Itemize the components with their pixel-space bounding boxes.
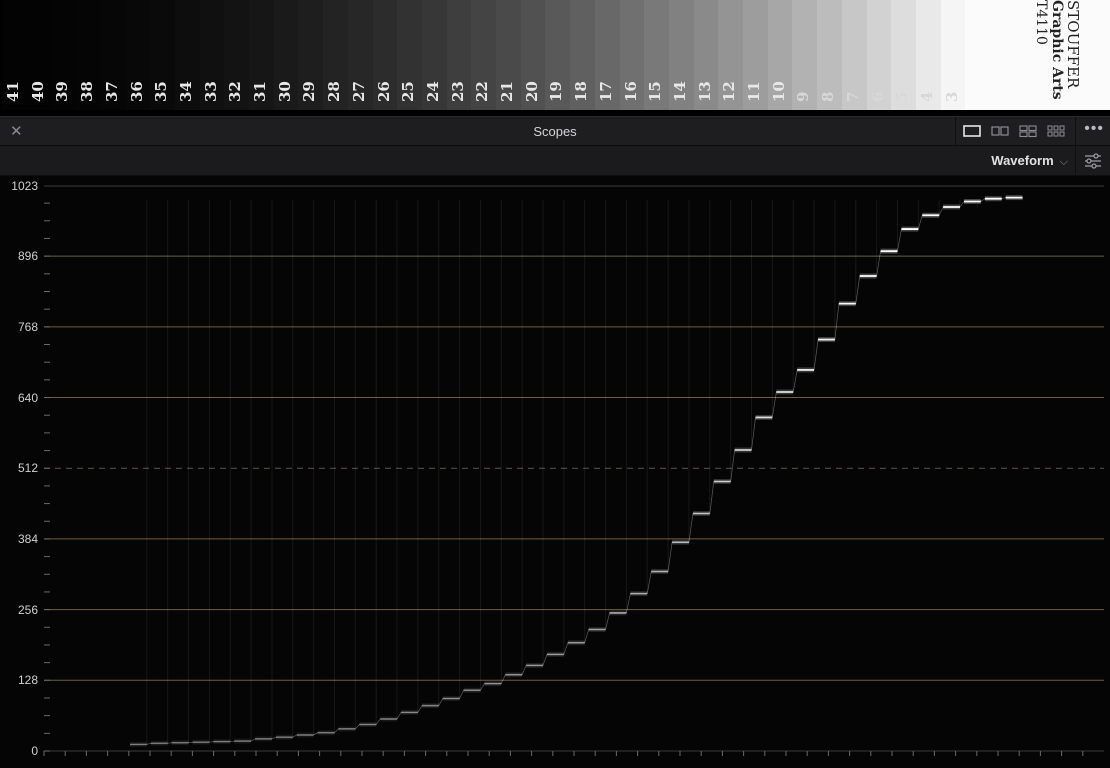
wedge-step-label: 7 bbox=[843, 91, 862, 102]
title-separator-left bbox=[955, 117, 956, 146]
waveform-scope: 1023 896 768 640 512 384 256 128 0 bbox=[0, 176, 1110, 768]
wedge-step-label: 10 bbox=[769, 81, 788, 102]
wedge-step-label: 12 bbox=[720, 81, 739, 102]
wedge-step-label: 8 bbox=[819, 91, 838, 102]
wedge-step-label: 38 bbox=[78, 81, 97, 102]
wedge-step-label: 36 bbox=[127, 81, 146, 102]
wedge-step-label: 13 bbox=[695, 81, 714, 102]
wedge-step-label: 23 bbox=[448, 81, 467, 102]
title-separator-right bbox=[1075, 117, 1076, 146]
single-view-icon[interactable] bbox=[962, 123, 982, 139]
more-options-icon[interactable]: ••• bbox=[1084, 120, 1104, 138]
wedge-step-label: 26 bbox=[374, 81, 393, 102]
scope-type-label: Waveform bbox=[991, 153, 1054, 168]
scale-label: 512 bbox=[17, 461, 38, 476]
wedge-step-label: 24 bbox=[423, 81, 442, 102]
wedge-step-label: 14 bbox=[670, 81, 689, 102]
wedge-brand-text: Graphic Arts bbox=[1049, 0, 1065, 100]
wedge-step-label: 20 bbox=[522, 81, 541, 102]
chevron-down-icon: ⌵ bbox=[1059, 156, 1068, 168]
dual-view-icon[interactable] bbox=[990, 123, 1010, 139]
wedge-step-label: 19 bbox=[547, 81, 566, 102]
wedge-step-label: 5 bbox=[893, 91, 912, 102]
wedge-step-label: 40 bbox=[28, 81, 47, 102]
wedge-step-label: 3 bbox=[942, 91, 961, 102]
wedge-step-label: 21 bbox=[498, 81, 516, 102]
step-wedge-strip: 41 40 39 38 37 36 35 34 33 32 31 30 29 28 27 26 25 24 23 22… bbox=[0, 0, 1110, 110]
waveform-graph bbox=[43, 185, 1104, 756]
wedge-step-label: 22 bbox=[473, 81, 492, 102]
scale-label: 1023 bbox=[11, 179, 38, 193]
wedge-step-label: 28 bbox=[325, 81, 344, 102]
wedge-step-label: 27 bbox=[349, 81, 368, 102]
wedge-step-label: 16 bbox=[621, 81, 640, 102]
scale-label: 896 bbox=[17, 249, 38, 264]
quad-view-icon[interactable] bbox=[1018, 123, 1038, 139]
multi-view-icon[interactable] bbox=[1046, 123, 1066, 139]
wedge-step-label: 39 bbox=[53, 81, 72, 102]
scope-type-dropdown[interactable]: Waveform ⌵ bbox=[991, 153, 1068, 169]
wedge-brand-text: STOUFFER bbox=[1064, 0, 1082, 89]
scale-label: 256 bbox=[17, 602, 38, 617]
wedge-brand-text: T4110 bbox=[1033, 0, 1049, 45]
wedge-step-label: 15 bbox=[646, 81, 665, 102]
wedge-step-label: 6 bbox=[868, 91, 887, 102]
scopes-toolbar: Waveform ⌵ bbox=[0, 146, 1110, 176]
scopes-title-bar: ✕ Scopes ••• bbox=[0, 116, 1110, 146]
wedge-step-label: 41 bbox=[4, 81, 22, 102]
scale-label: 0 bbox=[31, 744, 38, 758]
waveform-trace bbox=[130, 197, 1023, 745]
panel-title: Scopes bbox=[533, 124, 577, 139]
wedge-step-label: 18 bbox=[572, 81, 591, 102]
wedge-step-label: 31 bbox=[251, 81, 269, 102]
wedge-step-label: 34 bbox=[176, 81, 195, 102]
wedge-step-label: 33 bbox=[201, 81, 220, 102]
wedge-step-label: 17 bbox=[596, 81, 615, 102]
wedge-step-label: 4 bbox=[917, 91, 936, 102]
scale-label: 384 bbox=[17, 531, 38, 546]
wedge-step-label: 35 bbox=[152, 81, 171, 102]
wedge-step-label: 25 bbox=[399, 81, 418, 102]
toolbar-separator bbox=[1075, 146, 1076, 175]
scale-label: 128 bbox=[17, 673, 38, 688]
sliders-icon[interactable] bbox=[1082, 151, 1104, 171]
wedge-step-label: 32 bbox=[226, 81, 245, 102]
scale-label: 640 bbox=[17, 390, 38, 405]
wedge-step-label: 9 bbox=[794, 91, 813, 102]
wedge-step-label: 11 bbox=[745, 81, 763, 102]
wedge-step-label: 29 bbox=[300, 81, 319, 102]
wedge-step-label: 30 bbox=[275, 81, 294, 102]
scale-label: 768 bbox=[17, 319, 38, 334]
wedge-step-label: 37 bbox=[102, 81, 121, 102]
